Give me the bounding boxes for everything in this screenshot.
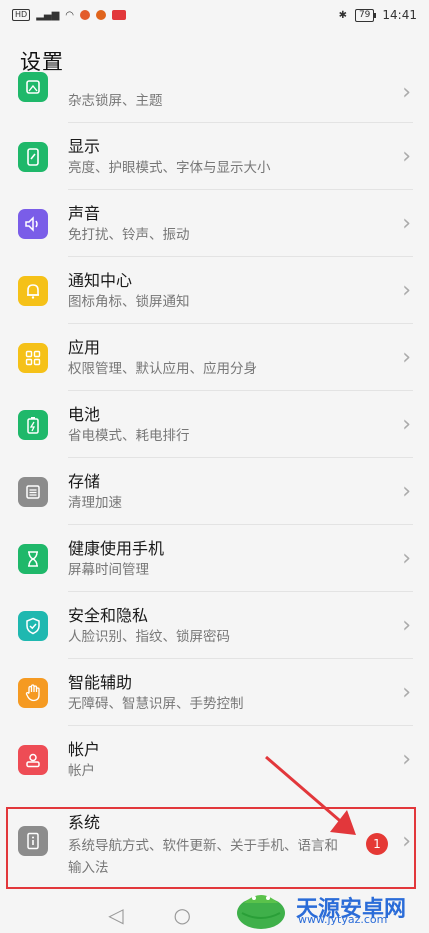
back-icon[interactable]: ◁ bbox=[108, 903, 123, 927]
watermark-logo: 天源安卓网 www.jytyaz.com bbox=[232, 883, 406, 931]
annotation-arrow bbox=[265, 755, 356, 835]
home-icon[interactable]: ○ bbox=[173, 903, 190, 927]
android-logo-icon bbox=[237, 895, 285, 929]
watermark-url: www.jytyaz.com bbox=[298, 913, 388, 926]
